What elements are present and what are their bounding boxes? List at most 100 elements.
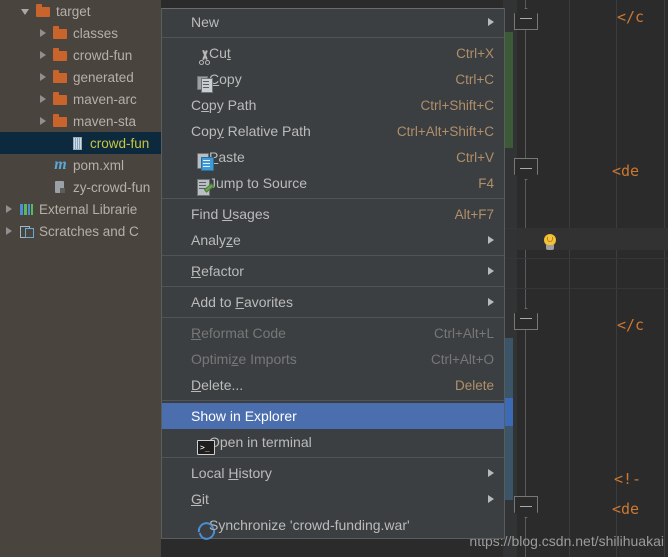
indent-guide: [664, 0, 665, 557]
code-fold-up-icon[interactable]: [514, 308, 538, 330]
iml-icon: [52, 179, 69, 195]
chevron-right-icon[interactable]: [38, 50, 49, 61]
menu-item-label: New: [191, 14, 220, 30]
paste-icon: [196, 152, 214, 171]
chevron-right-icon[interactable]: [38, 72, 49, 83]
editor-caret-row: [517, 228, 668, 250]
tree-item-label: Scratches and C: [39, 223, 139, 239]
chevron-right-icon[interactable]: [38, 28, 49, 39]
jump-to-source-icon: [196, 178, 215, 196]
chevron-right-icon: [488, 469, 494, 477]
tree-item-generated[interactable]: generated: [0, 66, 161, 88]
menu-item-local-history[interactable]: Local History: [162, 460, 504, 486]
copy-icon: [196, 74, 214, 93]
menu-item-optimize-imports[interactable]: Optimize Imports Ctrl+Alt+O: [162, 346, 504, 372]
menu-item-jump-to-source[interactable]: Jump to Source F4: [162, 170, 504, 196]
chevron-right-icon[interactable]: [4, 204, 15, 215]
menu-item-git[interactable]: Git: [162, 486, 504, 512]
menu-item-shortcut: Ctrl+Shift+C: [420, 97, 494, 113]
tree-item-crowd-fun[interactable]: crowd-fun: [0, 132, 161, 154]
fold-body: [514, 496, 538, 518]
tree-item-label: maven-sta: [73, 113, 137, 129]
archive-icon: [73, 136, 82, 150]
menu-item-label: Copy Relative Path: [191, 123, 311, 139]
menu-item-add-to-favorites[interactable]: Add to Favorites: [162, 289, 504, 315]
tree-item-zy-crowd-fun[interactable]: zy-crowd-fun: [0, 176, 161, 198]
chevron-right-icon: [488, 267, 494, 275]
menu-item-label: Refactor: [191, 263, 244, 279]
synchronize-icon: [196, 520, 214, 538]
menu-item-new[interactable]: New: [162, 9, 504, 35]
code-line: </c: [617, 8, 645, 26]
menu-item-copy-relative-path[interactable]: Copy Relative Path Ctrl+Alt+Shift+C: [162, 118, 504, 144]
tree-item-crowd-fun[interactable]: crowd-fun: [0, 44, 161, 66]
menu-item-paste[interactable]: Paste Ctrl+V: [162, 144, 504, 171]
menu-item-label: Jump to Source: [209, 175, 308, 191]
chevron-right-icon[interactable]: [38, 94, 49, 105]
menu-item-label: Cut: [209, 45, 231, 61]
menu-item-shortcut: Ctrl+V: [456, 149, 494, 165]
tree-item-maven-sta[interactable]: maven-sta: [0, 110, 161, 132]
project-tree[interactable]: target classes crowd-fun generated maven-arc…: [0, 0, 161, 557]
fold-dash: [520, 318, 532, 319]
tree-item-scratches-and-c[interactable]: Scratches and C: [0, 220, 161, 242]
editor-row-divider: [503, 288, 668, 289]
menu-item-shortcut: Ctrl+Alt+Shift+C: [396, 123, 494, 139]
menu-item-shortcut: Ctrl+Alt+O: [430, 351, 494, 367]
maven-icon: m: [54, 156, 67, 173]
menu-item-label: Analyze: [191, 232, 241, 248]
menu-item-synchronize-crowd-funding-war[interactable]: Synchronize 'crowd-funding.war': [162, 512, 504, 538]
menu-separator: [162, 400, 504, 401]
menu-item-copy[interactable]: Copy Ctrl+C: [162, 66, 504, 93]
folder-icon: [52, 25, 69, 41]
code-fold-down-icon[interactable]: [514, 158, 538, 180]
project-tree-context-menu[interactable]: New Cut Ctrl+X Copy Ctrl+C Copy Path Ctrl+Shif…: [161, 8, 505, 539]
menu-item-reformat-code[interactable]: Reformat Code Ctrl+Alt+L: [162, 320, 504, 346]
chevron-right-icon: [488, 18, 494, 26]
menu-item-label: Local History: [191, 465, 272, 481]
menu-item-label: Reformat Code: [191, 325, 286, 341]
menu-item-cut[interactable]: Cut Ctrl+X: [162, 40, 504, 66]
tree-item-label: generated: [73, 69, 134, 85]
fold-dash: [520, 506, 532, 507]
tree-item-label: zy-crowd-fun: [73, 179, 151, 195]
menu-item-label: Open in terminal: [209, 434, 312, 450]
terminal-icon: >_: [196, 437, 215, 455]
code-line: <de: [612, 162, 640, 180]
menu-item-analyze[interactable]: Analyze: [162, 227, 504, 253]
fold-body: [514, 8, 538, 30]
menu-item-shortcut: Delete: [454, 377, 494, 393]
intention-bulb-icon[interactable]: [542, 234, 558, 253]
tree-item-maven-arc[interactable]: maven-arc: [0, 88, 161, 110]
menu-item-label: Synchronize 'crowd-funding.war': [209, 517, 410, 533]
chevron-right-icon[interactable]: [4, 226, 15, 237]
folder-icon: [35, 3, 52, 19]
code-fold-down-icon[interactable]: [514, 496, 538, 518]
menu-item-shortcut: Ctrl+Alt+L: [433, 325, 494, 341]
menu-item-copy-path[interactable]: Copy Path Ctrl+Shift+C: [162, 92, 504, 118]
folder-icon: [52, 113, 69, 129]
tree-item-target[interactable]: target: [0, 0, 161, 22]
indent-guide: [569, 0, 570, 557]
menu-item-open-in-terminal[interactable]: >_ Open in terminal: [162, 429, 504, 455]
menu-item-refactor[interactable]: Refactor: [162, 258, 504, 284]
code-line: <!-: [614, 470, 642, 488]
menu-item-find-usages[interactable]: Find Usages Alt+F7: [162, 201, 504, 227]
code-fold-line: [525, 0, 526, 557]
menu-item-label: Add to Favorites: [191, 294, 293, 310]
menu-separator: [162, 286, 504, 287]
code-fold-up-icon[interactable]: [514, 8, 538, 30]
tree-item-external-librarie[interactable]: External Librarie: [0, 198, 161, 220]
tree-item-pom-xml[interactable]: m pom.xml: [0, 154, 161, 176]
chevron-right-icon: [488, 236, 494, 244]
chevron-down-icon[interactable]: [21, 6, 32, 17]
menu-item-delete[interactable]: Delete... Delete: [162, 372, 504, 398]
tree-item-classes[interactable]: classes: [0, 22, 161, 44]
chevron-right-icon[interactable]: [38, 116, 49, 127]
tree-item-label: classes: [73, 25, 119, 41]
tree-item-label: External Librarie: [39, 201, 138, 217]
menu-separator: [162, 198, 504, 199]
menu-item-show-in-explorer[interactable]: Show in Explorer: [162, 403, 504, 429]
menu-item-shortcut: F4: [478, 175, 494, 191]
